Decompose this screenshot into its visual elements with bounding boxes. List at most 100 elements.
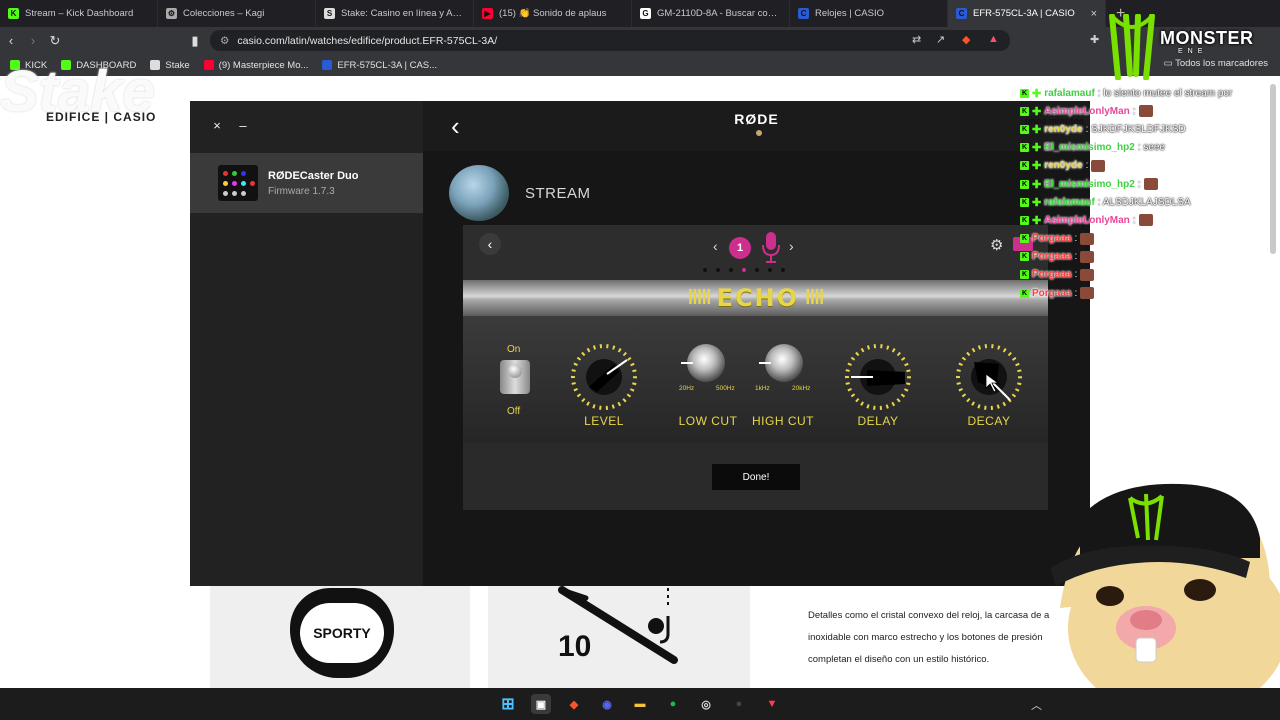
page-dot[interactable] xyxy=(742,268,746,272)
chat-message: K ✚ AsimpleLonlyMan: xyxy=(1020,211,1260,229)
file-explorer-icon[interactable]: ▬ xyxy=(630,694,650,714)
bookmark-favicon-icon xyxy=(203,60,214,70)
chat-text: : xyxy=(1074,269,1078,281)
chat-emote-icon xyxy=(1138,214,1153,227)
high-cut-knob[interactable] xyxy=(759,344,803,382)
chat-text: : xyxy=(1074,251,1078,263)
page-dot[interactable] xyxy=(729,268,733,272)
page-indicator xyxy=(703,268,785,272)
kick-badge-icon: K xyxy=(1020,161,1029,171)
chat-message: K ✚ ren0yde: xyxy=(1020,157,1260,175)
site-info-icon[interactable]: ⚙ xyxy=(220,35,229,47)
app-taskbar-icon[interactable]: ● xyxy=(729,694,749,714)
kick-badge-icon: K xyxy=(1020,270,1029,280)
tab-title: Stake: Casino en línea y Apue xyxy=(341,8,465,19)
bookmark-item[interactable]: Stake xyxy=(150,59,190,71)
tab-title: (15) 👏 Sonido de aplaus xyxy=(499,8,607,19)
chat-username: Porgaaa xyxy=(1032,233,1072,245)
close-tab-icon[interactable]: × xyxy=(1091,8,1097,20)
forward-icon[interactable]: › xyxy=(22,33,44,48)
minimize-icon[interactable]: – xyxy=(234,116,252,134)
device-item[interactable]: RØDECaster Duo Firmware 1.7.3 xyxy=(190,153,423,213)
page-dot[interactable] xyxy=(755,268,759,272)
settings-icon[interactable]: ⚙ xyxy=(990,236,1008,254)
rode-logo: RØDE xyxy=(734,111,779,127)
chat-text: : xyxy=(1132,214,1136,226)
chat-text: : lo siento mutee el stream por xyxy=(1097,87,1233,99)
monster-logo-sub: ENE xyxy=(1178,48,1208,55)
dialog-footer: Done! xyxy=(463,443,1048,510)
chat-message: K Porgaaa: xyxy=(1020,266,1260,284)
echo-toggle[interactable] xyxy=(500,360,530,394)
next-channel-icon[interactable]: › xyxy=(789,238,794,254)
chat-emote-icon xyxy=(1080,268,1095,281)
bookmark-item[interactable]: EFR-575CL-3A | CAS... xyxy=(322,60,437,71)
low-cut-label: LOW CUT xyxy=(678,414,738,428)
chat-username: rafalamauf xyxy=(1044,196,1095,208)
bookmark-label: Stake xyxy=(165,59,190,71)
browser-tab[interactable]: C Relojes | CASIO xyxy=(790,0,948,27)
back-icon[interactable]: ‹ xyxy=(0,33,22,48)
prev-channel-icon[interactable]: ‹ xyxy=(713,238,718,254)
chat-username: Porgaaa xyxy=(1032,287,1072,299)
page-dot[interactable] xyxy=(703,268,707,272)
chat-message: K Porgaaa: xyxy=(1020,230,1260,248)
browser-tab[interactable]: ⚙ Colecciones – Kagi xyxy=(158,0,316,27)
browser-tab[interactable]: C EFR-575CL-3A | CASIO × xyxy=(948,0,1106,27)
sub-badge-icon: ✚ xyxy=(1032,214,1042,227)
obs-taskbar-icon[interactable]: ◎ xyxy=(696,694,716,714)
all-bookmarks[interactable]: ▭ Todos los marcadores xyxy=(1164,58,1268,69)
spotify-taskbar-icon[interactable]: ● xyxy=(663,694,683,714)
delay-knob[interactable] xyxy=(843,342,913,412)
sporty-label: SPORTY xyxy=(300,603,384,663)
page-scrollbar[interactable] xyxy=(1270,84,1276,254)
done-button[interactable]: Done! xyxy=(712,464,800,490)
chat-username: Porgaaa xyxy=(1032,251,1072,263)
tray-chevron-icon[interactable]: ︿ xyxy=(1031,697,1042,713)
windows-taskbar: ⊞ ▣ ◆ ◉ ▬ ● ◎ ● ▼ ︿ xyxy=(0,688,1280,720)
tab-title: GM-2110D-8A - Buscar con G xyxy=(657,8,781,19)
page-dot[interactable] xyxy=(716,268,720,272)
low-cut-knob[interactable] xyxy=(681,344,725,382)
url-field[interactable]: ⚙ casio.com/latin/watches/edifice/produc… xyxy=(210,30,1010,51)
kagi-icon: ⚙ xyxy=(166,8,177,19)
browser-tab[interactable]: S Stake: Casino en línea y Apue xyxy=(316,0,474,27)
page-dot[interactable] xyxy=(781,268,785,272)
rode-app-taskbar-icon[interactable]: ▣ xyxy=(531,694,551,714)
chat-emote-icon xyxy=(1138,105,1153,118)
monster-claw-icon xyxy=(1109,14,1155,80)
bookmark-label: EFR-575CL-3A | CAS... xyxy=(337,59,438,71)
chat-message: K Porgaaa: xyxy=(1020,284,1260,302)
brave-taskbar-icon[interactable]: ◆ xyxy=(564,694,584,714)
chat-message: K ✚ El_mismisimo_hp2: seee xyxy=(1020,139,1260,157)
close-icon[interactable]: × xyxy=(208,116,226,134)
tab-strip: K Stream – Kick Dashboard ⚙ Colecciones – K… xyxy=(0,0,1280,27)
bookmark-item[interactable]: (9) Masterpiece Mo... xyxy=(203,59,309,71)
toggle-off-label: Off xyxy=(507,406,521,417)
bookmark-label: (9) Masterpiece Mo... xyxy=(218,59,309,71)
kick-badge-icon: K xyxy=(1020,234,1029,244)
decay-label: DECAY xyxy=(967,414,1011,428)
external-icon[interactable]: ↗ xyxy=(936,33,945,46)
page-dot[interactable] xyxy=(768,268,772,272)
discord-taskbar-icon[interactable]: ◉ xyxy=(597,694,617,714)
decay-knob[interactable] xyxy=(954,342,1024,412)
stream-thumbnail xyxy=(449,165,509,221)
level-knob[interactable] xyxy=(569,342,639,412)
brand-dot xyxy=(756,130,762,136)
reload-icon[interactable]: ↻ xyxy=(44,33,66,49)
browser-tab[interactable]: G GM-2110D-8A - Buscar con G xyxy=(632,0,790,27)
vpn-taskbar-icon[interactable]: ▼ xyxy=(762,694,782,714)
browser-tab[interactable]: ▶ (15) 👏 Sonido de aplaus xyxy=(474,0,632,27)
browser-tab[interactable]: K Stream – Kick Dashboard xyxy=(0,0,158,27)
share-icon[interactable]: ⇄ xyxy=(912,33,921,46)
brave-shield-icon[interactable]: ◆ xyxy=(962,33,970,46)
stream-channel[interactable]: STREAM xyxy=(449,165,591,221)
brave-rewards-icon[interactable]: ▲ xyxy=(988,33,999,45)
windows-start-icon[interactable]: ⊞ xyxy=(498,694,518,714)
back-button[interactable]: ‹ xyxy=(479,233,501,255)
chat-message: K ✚ El_mismisimo_hp2: xyxy=(1020,175,1260,193)
bookmark-icon[interactable]: ▮ xyxy=(184,33,206,49)
sub-badge-icon: ✚ xyxy=(1032,196,1042,209)
extensions-icon[interactable]: ✚ xyxy=(1090,33,1099,46)
